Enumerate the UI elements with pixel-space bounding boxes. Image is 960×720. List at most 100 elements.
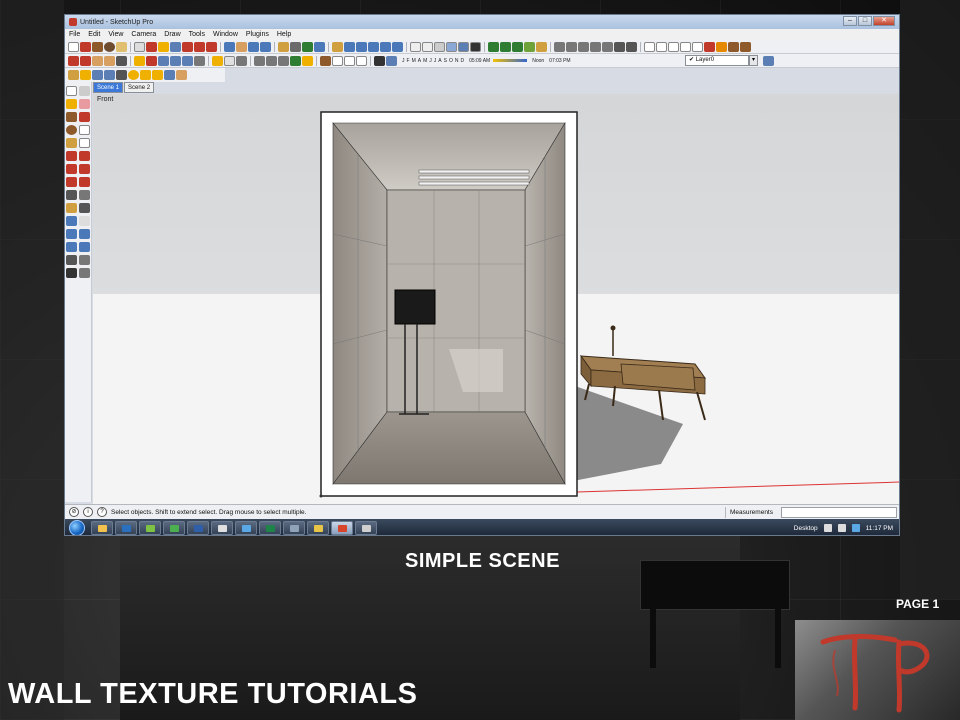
solid-tool-icon[interactable] — [302, 55, 313, 66]
polygon-tool-icon[interactable] — [66, 138, 77, 148]
zoom-tool-icon[interactable] — [66, 229, 77, 239]
scale-tool-icon[interactable] — [104, 55, 115, 66]
plugin-tool-icon[interactable] — [566, 41, 577, 52]
textured-style-icon[interactable] — [458, 41, 469, 52]
month-apr[interactable]: A — [418, 58, 421, 64]
sandbox-smoove-icon[interactable] — [512, 41, 523, 52]
component-tool-icon[interactable] — [68, 70, 79, 80]
tape-tool-icon[interactable] — [146, 41, 157, 52]
pencil-tool-icon[interactable] — [80, 41, 91, 52]
plugin-tool-icon[interactable] — [554, 41, 565, 52]
circle-tool-icon[interactable] — [66, 125, 77, 135]
sandbox-drape-icon[interactable] — [536, 41, 547, 52]
minimize-button[interactable]: – — [843, 16, 857, 26]
left-view-icon[interactable] — [392, 41, 403, 52]
taskbar-app[interactable] — [307, 521, 329, 535]
menu-help[interactable]: Help — [277, 31, 291, 38]
follow-me-icon[interactable] — [79, 164, 90, 174]
solid-tool-icon[interactable] — [278, 55, 289, 66]
sandbox-tool-icon[interactable] — [488, 41, 499, 52]
monochrome-style-icon[interactable] — [470, 41, 481, 52]
solid-tool-icon[interactable] — [266, 55, 277, 66]
top-view-icon[interactable] — [344, 41, 355, 52]
fog-toggle-icon[interactable] — [386, 55, 397, 66]
house-tool-icon[interactable] — [320, 55, 331, 66]
subtract-tool-icon[interactable] — [224, 55, 235, 66]
tab-scene-2[interactable]: Scene 2 — [124, 82, 155, 93]
position-camera-icon[interactable] — [182, 55, 193, 66]
network-icon[interactable] — [823, 524, 832, 532]
orbit-tool-icon[interactable] — [66, 216, 77, 226]
month-sep[interactable]: S — [444, 58, 447, 64]
title-bar[interactable]: Untitled - SketchUp Pro – □ ✕ — [65, 15, 899, 29]
delete-tool-icon[interactable] — [644, 41, 655, 52]
intersect-tool-icon[interactable] — [236, 55, 247, 66]
month-jan[interactable]: J — [402, 58, 405, 64]
right-view-icon[interactable] — [368, 41, 379, 52]
month-may[interactable]: M — [423, 58, 427, 64]
layer-selector[interactable]: ✔ Layer0 — [685, 55, 749, 66]
rotate-tool-icon[interactable] — [194, 41, 205, 52]
move-tool-icon[interactable] — [66, 151, 77, 161]
push-pull-icon[interactable] — [79, 151, 90, 161]
plugin-tool-icon[interactable] — [626, 41, 637, 52]
rectangle-tool-icon[interactable] — [92, 41, 103, 52]
month-mar[interactable]: M — [412, 58, 416, 64]
menu-window[interactable]: Window — [213, 31, 238, 38]
menu-edit[interactable]: Edit — [88, 31, 100, 38]
layer-dropdown-button[interactable]: ▾ — [749, 55, 758, 66]
eraser-tool-icon[interactable] — [79, 99, 90, 109]
taskbar-app[interactable] — [211, 521, 233, 535]
plugin-tool-icon[interactable] — [602, 41, 613, 52]
shadow-month-selector[interactable]: J F M A M J J A S O N D — [402, 58, 464, 64]
tray-app-icon[interactable] — [851, 524, 860, 532]
door-tool-icon[interactable] — [344, 55, 355, 66]
offset-tool-icon[interactable] — [79, 177, 90, 187]
taskbar-app[interactable] — [163, 521, 185, 535]
taskbar-app-active[interactable] — [331, 521, 353, 535]
window-tool-icon[interactable] — [332, 55, 343, 66]
walk-tool-icon[interactable] — [158, 55, 169, 66]
circle-tool-icon[interactable] — [104, 41, 115, 52]
close-button[interactable]: ✕ — [873, 16, 895, 26]
month-jul[interactable]: J — [434, 58, 437, 64]
scale-tool-icon[interactable] — [66, 177, 77, 187]
animation-tool-icon[interactable] — [176, 70, 187, 80]
menu-tools[interactable]: Tools — [189, 31, 205, 38]
zoom-extents-icon[interactable] — [66, 242, 77, 252]
dimension-tool-icon[interactable] — [116, 55, 127, 66]
offset-tool-icon[interactable] — [92, 55, 103, 66]
paint-bucket-icon[interactable] — [158, 41, 169, 52]
warehouse-icon[interactable] — [290, 41, 301, 52]
edge-tool-icon[interactable] — [80, 55, 91, 66]
taskbar-app[interactable] — [187, 521, 209, 535]
layer-manager-icon[interactable] — [763, 56, 774, 66]
menu-plugins[interactable]: Plugins — [246, 31, 269, 38]
taskbar-app[interactable] — [139, 521, 161, 535]
shaded-style-icon[interactable] — [446, 41, 457, 52]
render-tool-icon[interactable] — [704, 41, 715, 52]
plugin-tool-icon[interactable] — [590, 41, 601, 52]
previous-view-icon[interactable] — [79, 242, 90, 252]
walk-tool-icon[interactable] — [66, 268, 77, 278]
taskbar-app[interactable] — [115, 521, 137, 535]
shadow-toggle-icon[interactable] — [374, 55, 385, 66]
google-earth-icon[interactable] — [302, 41, 313, 52]
month-oct[interactable]: O — [449, 58, 453, 64]
group-tool-icon[interactable] — [80, 70, 91, 80]
wireframe-style-icon[interactable] — [422, 41, 433, 52]
arc-tool-icon[interactable] — [680, 41, 691, 52]
month-feb[interactable]: F — [407, 58, 410, 64]
look-around-icon[interactable] — [170, 55, 181, 66]
light-tool-icon[interactable] — [128, 70, 139, 80]
position-camera-icon[interactable] — [66, 255, 77, 265]
volume-icon[interactable] — [837, 524, 846, 532]
menu-file[interactable]: File — [69, 31, 80, 38]
roof-tool-icon[interactable] — [356, 55, 367, 66]
pan-tool-icon[interactable] — [79, 216, 90, 226]
taskbar-app[interactable] — [91, 521, 113, 535]
taskbar-clock[interactable]: 11:17 PM — [866, 525, 893, 532]
menu-view[interactable]: View — [108, 31, 123, 38]
solid-tool-icon[interactable] — [254, 55, 265, 66]
move-tool-icon[interactable] — [182, 41, 193, 52]
